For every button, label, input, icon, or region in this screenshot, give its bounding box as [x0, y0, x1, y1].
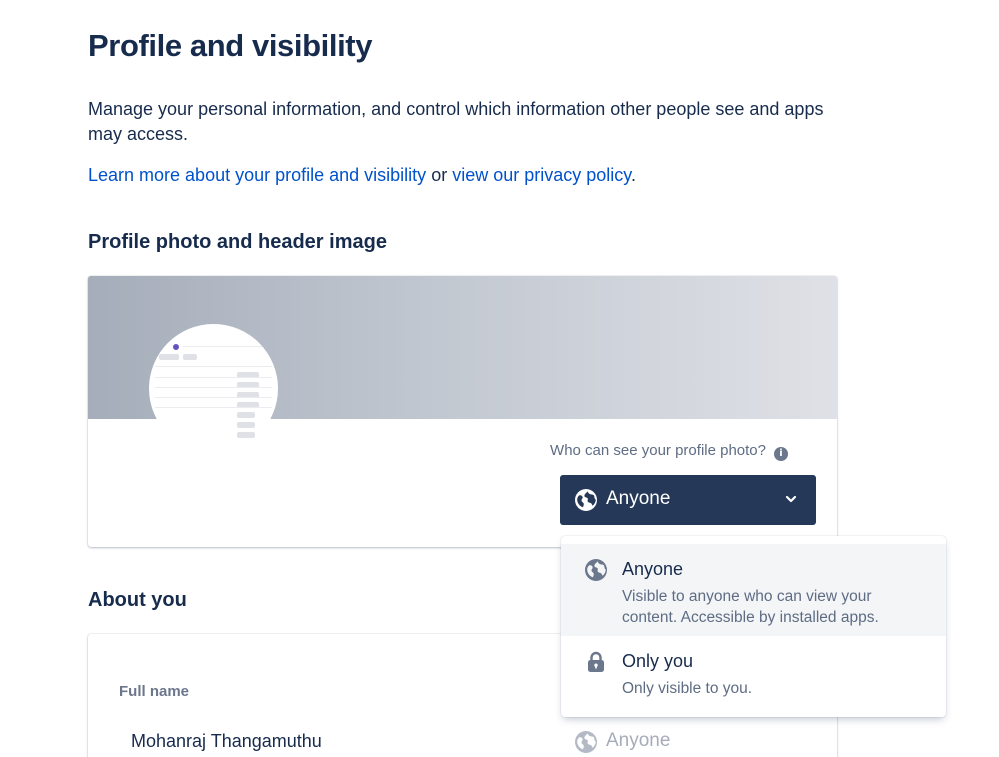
info-icon[interactable]: i	[774, 447, 788, 461]
globe-icon	[585, 559, 607, 581]
menu-option-only-you-description: Only visible to you.	[622, 680, 753, 697]
full-name-visibility-label: Anyone	[606, 730, 671, 751]
privacy-policy-link[interactable]: view our privacy policy	[452, 165, 631, 185]
period-text: .	[630, 165, 636, 185]
lock-icon	[588, 651, 604, 672]
or-text: or	[426, 165, 453, 185]
who-can-see-text: Who can see your profile photo?	[550, 442, 766, 459]
globe-icon	[575, 489, 597, 511]
learn-more-link[interactable]: Learn more about your profile and visibi…	[88, 165, 426, 185]
profile-photo-section-title: Profile photo and header image	[88, 231, 387, 253]
chevron-down-icon	[785, 495, 797, 503]
menu-option-anyone[interactable]: Anyone Visible to anyone who can view yo…	[561, 544, 946, 636]
avatar[interactable]	[149, 324, 278, 453]
visibility-dropdown-menu: Anyone Visible to anyone who can view yo…	[561, 536, 946, 717]
about-you-section-title: About you	[88, 589, 187, 611]
globe-icon	[575, 731, 597, 753]
menu-option-only-you-title: Only you	[622, 651, 694, 671]
selected-visibility-label: Anyone	[606, 488, 671, 509]
page-intro: Manage your personal information, and co…	[88, 99, 824, 144]
page-title: Profile and visibility	[88, 28, 373, 63]
who-can-see-label: Who can see your profile photo? i	[550, 442, 788, 461]
photo-visibility-select[interactable]: Anyone	[560, 475, 816, 525]
full-name-label: Full name	[119, 683, 190, 700]
profile-photo-card: Who can see your profile photo? i Anyone	[88, 276, 837, 547]
help-links-line: Learn more about your profile and visibi…	[88, 163, 636, 188]
menu-option-anyone-title: Anyone	[622, 559, 684, 579]
full-name-field[interactable]: Mohanraj Thangamuthu	[131, 731, 322, 752]
menu-option-anyone-description: Visible to anyone who can view your cont…	[622, 588, 879, 626]
menu-option-only-you[interactable]: Only you Only visible to you.	[561, 636, 946, 711]
